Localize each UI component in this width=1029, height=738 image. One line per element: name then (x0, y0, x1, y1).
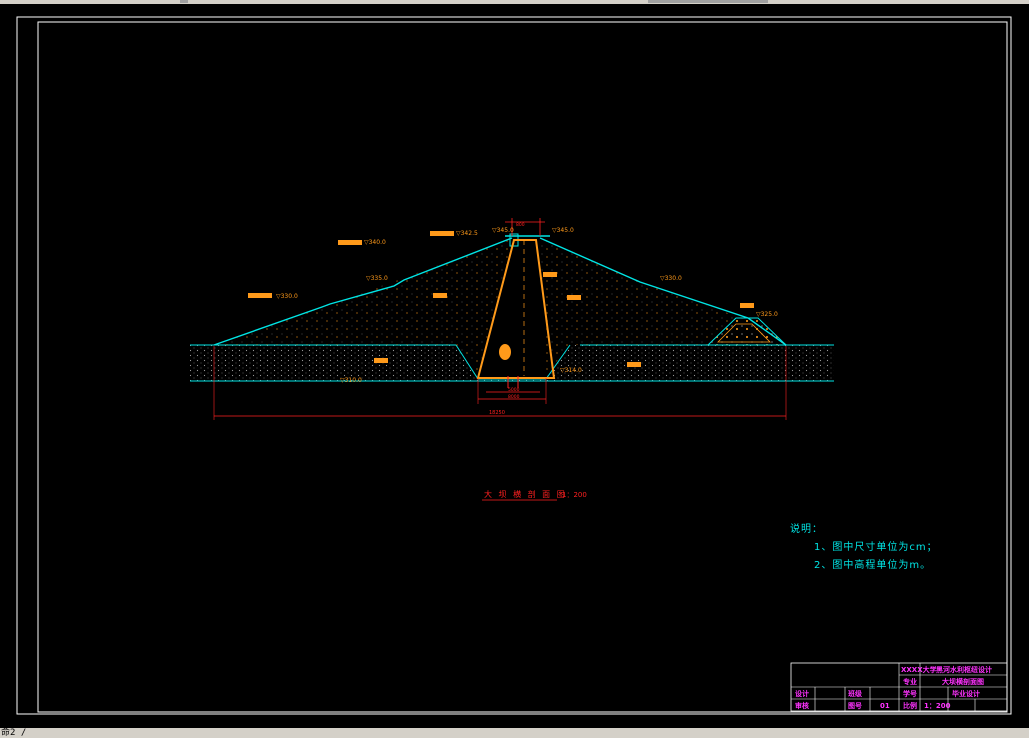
notes-block: 说明： 1、图中尺寸单位为cm； 2、图中高程单位为m。 (790, 522, 938, 571)
section-title: 大 坝 横 剖 面 图 1：200 (482, 489, 587, 501)
cad-drawing-canvas[interactable]: ▽345.0 ▽345.0 ▽342.5 ▽340.0 ▽335.0 ▽330.… (0, 4, 1029, 728)
elev-base: ▽310.0 (340, 377, 362, 384)
note-1: 1、图中尺寸单位为cm； (814, 540, 938, 553)
elev-upstream-toe: ▽330.0 (276, 293, 298, 300)
dim-core-base-1: 5000 (508, 387, 520, 393)
tb-project: 黑河水利枢纽设计 (936, 665, 992, 674)
elev-downstream-berm: ▽325.0 (756, 311, 778, 318)
tb-student-no-label: 学号 (903, 689, 917, 698)
tb-graduation: 毕业设计 (952, 689, 980, 698)
foundation-layer (190, 344, 834, 382)
tb-major: 专业 (903, 677, 917, 686)
tb-school: XXXX大学 (901, 665, 937, 674)
dim-core-base-2: 8000 (508, 394, 520, 400)
elev-crest: ▽345.0 (492, 227, 514, 234)
note-2: 2、图中高程单位为m。 (814, 558, 931, 571)
tb-scale: 1：200 (924, 702, 951, 710)
command-line-text[interactable]: 命2 / (0, 728, 26, 738)
tb-design-label: 设计 (795, 689, 809, 698)
notes-heading: 说明： (790, 522, 823, 535)
elev-core-base: ▽314.0 (560, 367, 582, 374)
tb-drawing-name: 大坝横剖面图 (942, 677, 984, 686)
elev-crest-right: ▽345.0 (552, 227, 574, 234)
elev-upstream-upper: ▽342.5 (456, 230, 478, 237)
dim-overall-width: 18250 (489, 410, 505, 416)
scroll-thumb-right[interactable] (648, 0, 768, 3)
section-scale: 1：200 (562, 491, 587, 499)
section-title-text: 大 坝 横 剖 面 图 (484, 489, 567, 499)
tb-drawing-no: 01 (880, 702, 890, 710)
tb-check-label: 审核 (795, 701, 809, 710)
elev-upstream-low: ▽335.0 (366, 275, 388, 282)
scroll-thumb-left[interactable] (180, 0, 188, 3)
tb-scale-label: 比例 (903, 701, 917, 710)
command-line-bar[interactable]: 命2 / (0, 728, 1029, 738)
title-block: XXXX大学 黑河水利枢纽设计 专业 大坝横剖面图 设计 班级 学号 毕业设计 … (790, 662, 1008, 712)
dim-crest-width: 800 (516, 222, 525, 228)
elev-downstream-mid: ▽330.0 (660, 275, 682, 282)
tb-drawing-no-label: 图号 (848, 701, 862, 710)
elev-upstream-mid: ▽340.0 (364, 239, 386, 246)
tb-class-label: 班级 (848, 689, 863, 698)
drawing-sheet: ▽345.0 ▽345.0 ▽342.5 ▽340.0 ▽335.0 ▽330.… (16, 16, 1012, 715)
